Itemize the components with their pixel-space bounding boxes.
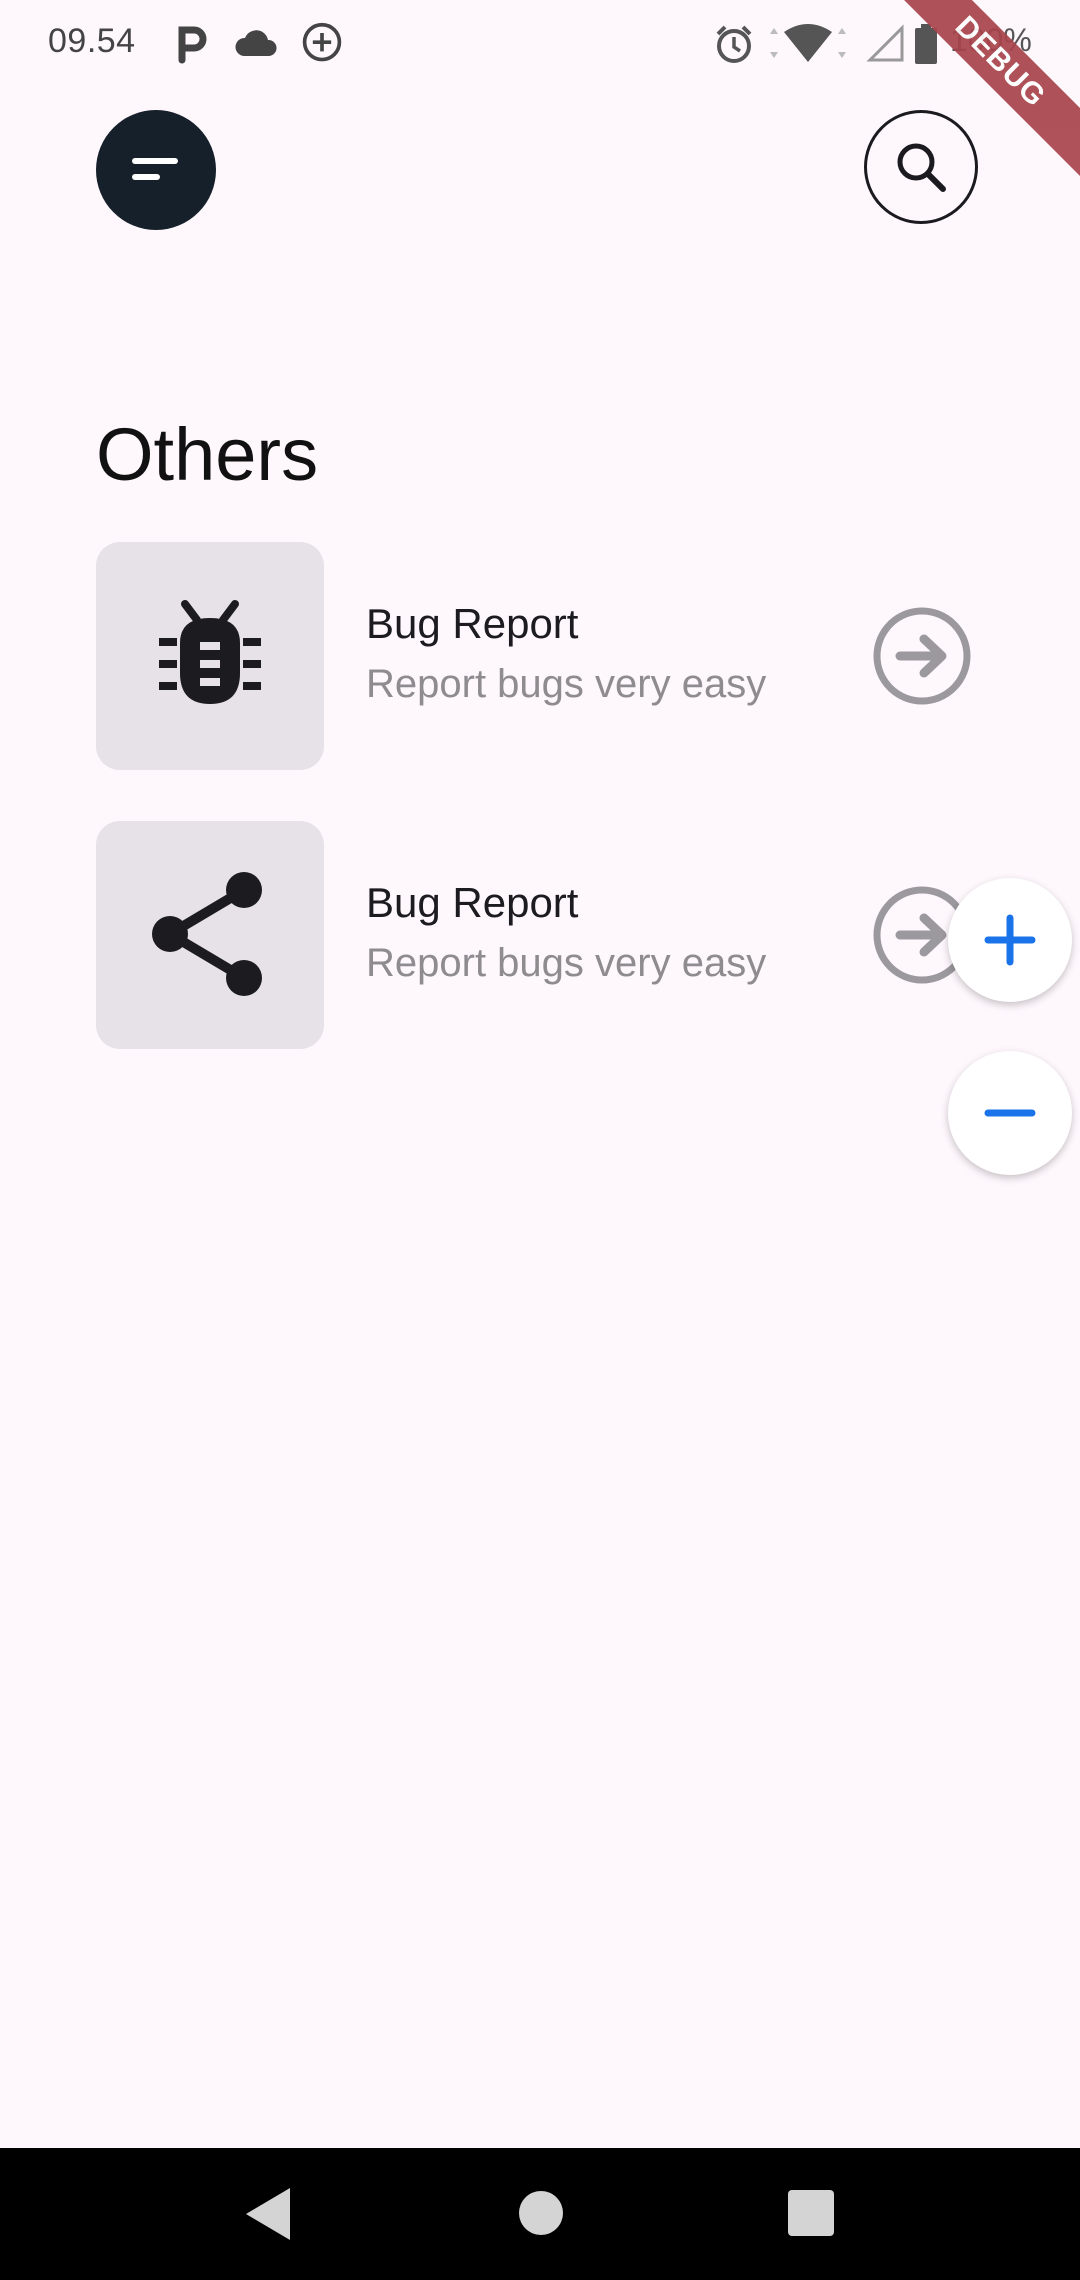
back-icon[interactable] (240, 2184, 296, 2244)
minus-icon (984, 1109, 1036, 1117)
arrow-forward-icon[interactable] (872, 606, 972, 706)
app-screen: 09.54 100% DEBUG (0, 0, 1080, 2280)
list-item-bug-report[interactable]: Bug Report Report bugs very easy (96, 542, 996, 770)
wifi-icon (770, 24, 846, 62)
item-icon-tile (96, 821, 324, 1049)
menu-button[interactable] (96, 110, 216, 230)
item-icon-tile (96, 542, 324, 770)
cloud-icon (235, 30, 277, 56)
item-subtitle: Report bugs very easy (366, 941, 767, 985)
item-title: Bug Report (366, 879, 579, 926)
bug-icon (159, 600, 261, 704)
signal-icon (866, 24, 904, 62)
zoom-out-button[interactable] (948, 1051, 1072, 1175)
search-icon (897, 143, 946, 192)
recents-icon[interactable] (786, 2188, 836, 2238)
alarm-icon (716, 25, 752, 63)
section-title: Others (96, 413, 319, 496)
item-title: Bug Report (366, 600, 579, 647)
navigation-bar (0, 2148, 1080, 2280)
home-icon[interactable] (514, 2186, 568, 2240)
add-circle-icon (302, 22, 342, 62)
zoom-in-button[interactable] (948, 878, 1072, 1002)
menu-icon (132, 158, 178, 180)
share-icon (152, 872, 262, 996)
list-item-share[interactable]: Bug Report Report bugs very easy (96, 821, 996, 1049)
item-subtitle: Report bugs very easy (366, 662, 767, 706)
plus-icon (984, 914, 1036, 966)
status-time: 09.54 (48, 22, 136, 60)
search-button[interactable] (864, 110, 978, 224)
parking-icon (178, 26, 207, 64)
